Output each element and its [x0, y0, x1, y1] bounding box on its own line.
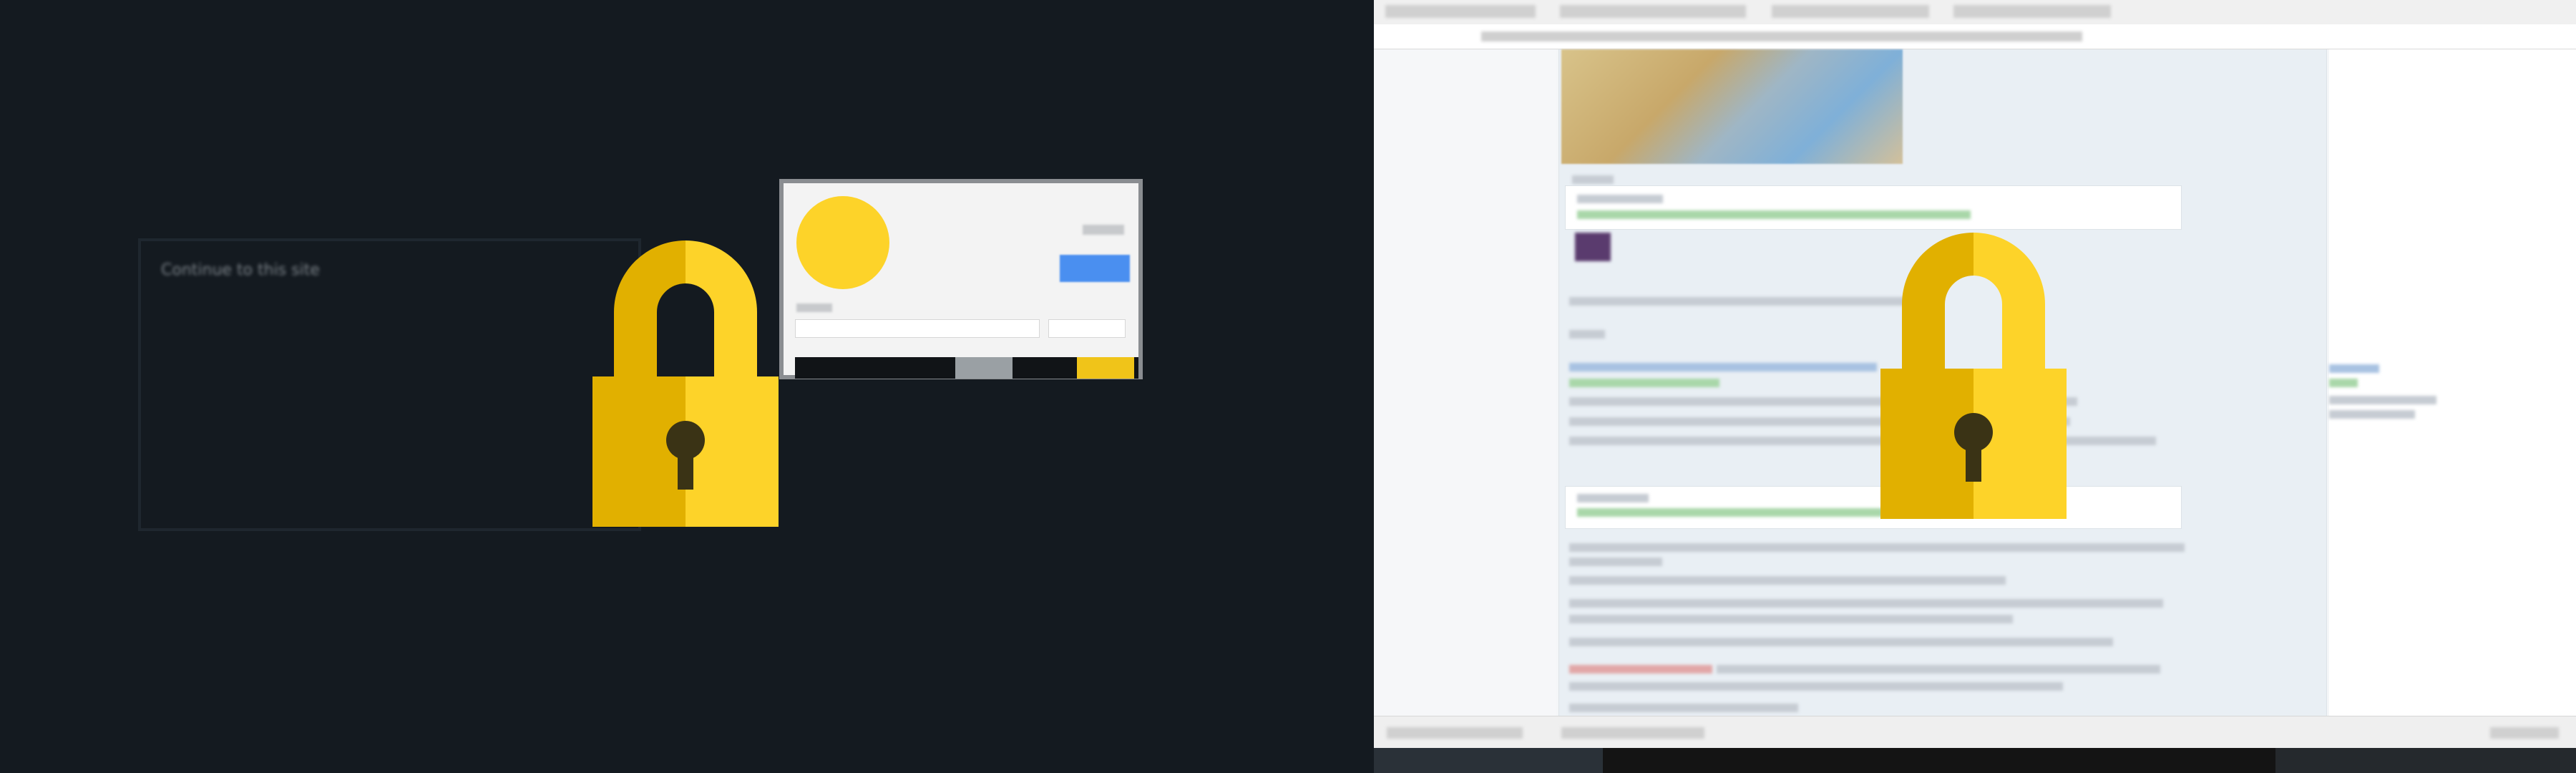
body-text [1569, 682, 2063, 691]
browser-tab[interactable] [1560, 5, 1746, 18]
taskbar-left [1374, 748, 1603, 773]
taskbar [1374, 748, 2576, 773]
card-select[interactable] [1048, 319, 1126, 338]
side-text [2329, 396, 2436, 404]
body-text [1569, 638, 2113, 646]
address-bar[interactable] [1374, 24, 2576, 49]
url-text[interactable] [1481, 31, 2082, 42]
card-small-text [1083, 225, 1124, 235]
side-text [2329, 410, 2415, 419]
show-all-button[interactable] [2490, 727, 2559, 739]
body-text [1717, 665, 2160, 674]
comment-box [1565, 486, 2182, 529]
login-dialog: Continue to this site [138, 238, 641, 531]
tag-row [1569, 379, 1719, 387]
body-text [1569, 543, 2185, 552]
lock-shackle [614, 240, 757, 427]
meta-text [1577, 195, 1663, 203]
keyhole-stem [678, 445, 693, 490]
avatar [796, 196, 889, 289]
browser-tab[interactable] [1772, 5, 1929, 18]
thumbnail-icon [1575, 233, 1611, 261]
right-sidebar [2329, 49, 2576, 716]
right-screen [1374, 0, 2576, 773]
body-text [1569, 576, 2006, 585]
left-screen: Continue to this site [0, 0, 1374, 773]
card-action-button[interactable] [1060, 255, 1130, 282]
download-item[interactable] [1561, 727, 1704, 739]
browser-tab[interactable] [1385, 5, 1536, 18]
keyhole-stem [1966, 437, 1981, 482]
card-label [796, 303, 832, 312]
browser-tab[interactable] [1953, 5, 2111, 18]
card-bottom-gray [955, 357, 1013, 379]
taskbar-tray [2275, 748, 2576, 773]
page-content [1374, 49, 2576, 716]
left-gutter [1374, 49, 1556, 716]
download-bar [1374, 716, 2576, 749]
browser-tab-bar [1374, 0, 2576, 25]
lock-icon [1880, 233, 2067, 519]
lock-shackle [1902, 233, 2045, 419]
body-text [1569, 615, 2013, 623]
side-link[interactable] [2329, 364, 2379, 373]
link-row[interactable] [1569, 363, 1877, 371]
small-text [1569, 330, 1605, 339]
comment-box [1565, 185, 2182, 230]
meta-text [1577, 494, 1649, 502]
body-text [1569, 558, 1662, 566]
lock-icon [592, 240, 779, 527]
profile-card [779, 179, 1143, 379]
download-item[interactable] [1387, 727, 1523, 739]
card-bottom-yellow [1077, 357, 1134, 379]
side-badge [2329, 379, 2358, 387]
body-text [1569, 704, 1798, 712]
card-input[interactable] [795, 319, 1040, 338]
body-text [1569, 599, 2163, 608]
dialog-title: Continue to this site [161, 261, 320, 279]
highlight-text [1569, 665, 1712, 674]
body-text [1569, 437, 2156, 445]
map-image [1561, 49, 1903, 164]
caption-text [1572, 175, 1614, 184]
highlighted-text [1577, 210, 1971, 219]
